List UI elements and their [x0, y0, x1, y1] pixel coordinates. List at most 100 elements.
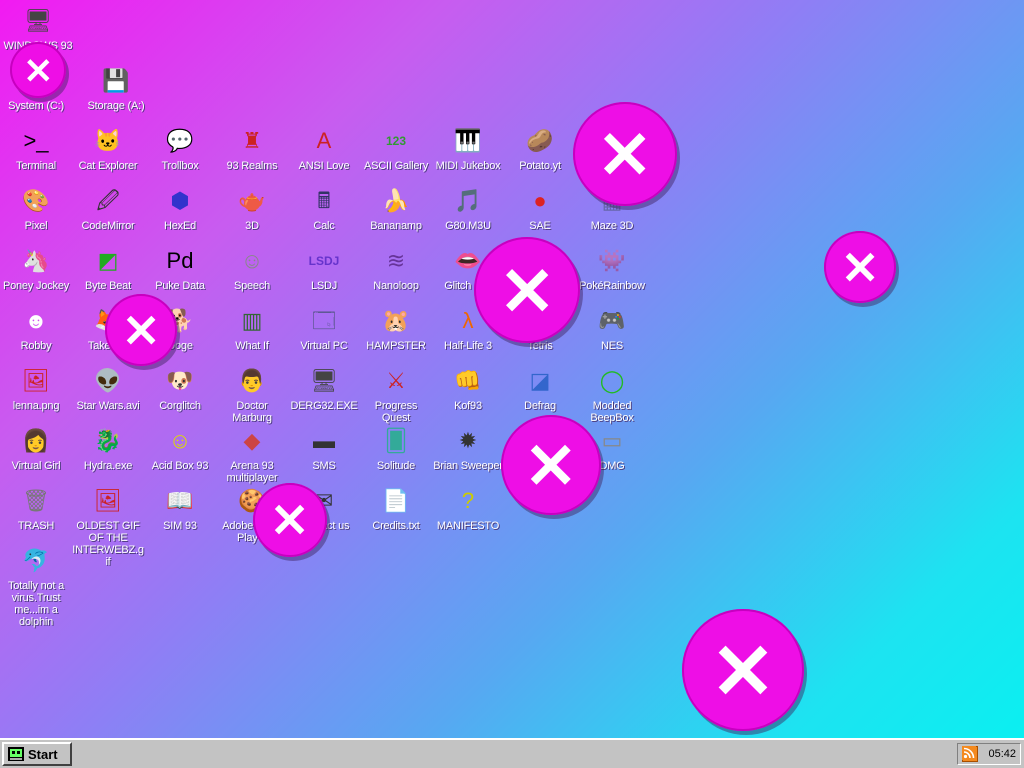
desktop-icon-codemirror[interactable]: 🖉 CodeMirror [72, 184, 144, 233]
desktop-icon-sms[interactable]: ▬ SMS [288, 424, 360, 473]
desktop-icon-pixel[interactable]: 🎨 Pixel [0, 184, 72, 233]
app-icon: 🐬 [22, 548, 50, 573]
close-bubble-icon[interactable] [824, 231, 896, 303]
desktop-icon-doctor-marburg[interactable]: 👨 Doctor Marburg [216, 364, 288, 425]
desktop-icon-acid-box-93[interactable]: ☺ Acid Box 93 [144, 424, 216, 473]
desktop-icon-trollbox[interactable]: 💬 Trollbox [144, 124, 216, 173]
desktop-icon-speech[interactable]: ☺ Speech [216, 244, 288, 293]
desktop-icon-ascii-gallery[interactable]: 123 ASCII Gallery [360, 124, 432, 172]
desktop-icon-what-if[interactable]: ▥ What If [216, 304, 288, 353]
app-icon: 🖩 [317, 188, 331, 213]
desktop-icon-sae[interactable]: ● SAE [504, 184, 576, 233]
app-icon: 🖥 [310, 368, 338, 393]
desktop-icon-label: Terminal [16, 160, 56, 172]
desktop-icon-bananamp[interactable]: 🍌 Bananamp [360, 184, 432, 233]
desktop-icon-defrag[interactable]: ◪ Defrag [504, 364, 576, 413]
start-button[interactable]: Start [2, 742, 72, 766]
desktop-icon-pok-rainbow[interactable]: 👾 PokéRainbow [576, 244, 648, 293]
desktop-icon-brian-sweeper[interactable]: ✹ Brian Sweeper [432, 424, 504, 473]
app-icon: 👩 [22, 428, 50, 453]
desktop-icon-corglitch[interactable]: 🐶 Corglitch [144, 364, 216, 413]
close-bubble-icon[interactable] [573, 102, 677, 206]
desktop-icon-solitude[interactable]: 🂠 Solitude [360, 424, 432, 473]
desktop-icon-label: MANIFESTO [436, 520, 500, 532]
close-bubble-icon[interactable] [105, 294, 177, 366]
desktop-icon-sim-93[interactable]: 📖 SIM 93 [144, 484, 216, 533]
app-icon: 📖 [166, 488, 194, 513]
app-icon: 🂠 [384, 428, 408, 453]
desktop-icon-label: Solitude [376, 460, 416, 472]
desktop-icon-label: ANSI Love [298, 160, 350, 172]
desktop-icon-kof93[interactable]: 👊 Kof93 [432, 364, 504, 413]
app-icon: ⚔ [386, 368, 406, 393]
desktop-icon-byte-beat[interactable]: ◩ Byte Beat [72, 244, 144, 293]
desktop-icon-label: System (C:) [8, 100, 64, 112]
app-icon: 🗔 [312, 308, 336, 333]
desktop-icon-trash[interactable]: 🗑 TRASH [0, 484, 72, 533]
desktop-icon-ansi-love[interactable]: A ANSI Love [288, 124, 360, 173]
desktop-icon-label: Half-Life 3 [444, 340, 492, 352]
close-bubble-icon[interactable] [682, 609, 804, 731]
app-icon: ☺ [168, 428, 192, 453]
rss-icon[interactable] [962, 746, 978, 762]
desktop-icon-progress-quest[interactable]: ⚔ Progress Quest [360, 364, 432, 425]
desktop-icon-modded-beepbox[interactable]: ◯ Modded BeepBox [576, 364, 648, 425]
app-icon: 123 [385, 134, 407, 148]
app-icon: 🗑 [22, 488, 50, 513]
desktop-icon-potato-yt[interactable]: 🥔 Potato.yt [504, 124, 576, 173]
desktop-icon-star-wars-avi[interactable]: 👽 Star Wars.avi [72, 364, 144, 413]
desktop-icon-calc[interactable]: 🖩 Calc [288, 184, 360, 233]
close-bubble-icon[interactable] [10, 42, 66, 98]
app-icon: 🍌 [382, 188, 410, 213]
desktop-icon-robby[interactable]: ☻ Robby [0, 304, 72, 353]
desktop-icon-label: Hydra.exe [83, 460, 133, 472]
desktop-icon-g80-m3u[interactable]: 🎵 G80.M3U [432, 184, 504, 233]
close-bubble-icon[interactable] [474, 237, 580, 343]
desktop-icon-midi-jukebox[interactable]: 🎹 MIDI Jukebox [432, 124, 504, 173]
desktop-icon-manifesto[interactable]: ? MANIFESTO [432, 484, 504, 533]
desktop-icon-hexed[interactable]: ⬢ HexEd [144, 184, 216, 233]
desktop-icon-arena-93-multiplayer[interactable]: ◆ Arena 93 multiplayer [216, 424, 288, 485]
desktop-icon-nanoloop[interactable]: ≋ Nanoloop [360, 244, 432, 293]
desktop-icon-label: Nanoloop [373, 280, 419, 292]
app-icon: 🐉 [94, 428, 122, 453]
app-icon: 🖼 [94, 488, 122, 513]
app-icon: 🐶 [166, 368, 194, 393]
desktop-icon-lsdj[interactable]: LSDJ LSDJ [288, 244, 360, 292]
desktop-icon-label: Arena 93 multiplayer [226, 460, 278, 484]
desktop-icon-nes[interactable]: 🎮 NES [576, 304, 648, 353]
desktop-icon-lenna-png[interactable]: 🖼 lenna.png [0, 364, 72, 413]
desktop-icon-label: Corglitch [159, 400, 201, 412]
desktop-icon-storage-a[interactable]: 💾 Storage (A:) [80, 64, 152, 113]
desktop-icon-3d[interactable]: 🫖 3D [216, 184, 288, 233]
app-icon: ☻ [24, 308, 48, 333]
close-bubble-icon[interactable] [501, 415, 601, 515]
close-bubble-icon[interactable] [253, 483, 327, 557]
desktop-icon-puke-data[interactable]: Pd Puke Data [144, 244, 216, 293]
desktop-icon-totally-not-a-virus-trust-me-im-a-dolphin[interactable]: 🐬 Totally not a virus.Trust me...im a dol… [0, 544, 72, 629]
desktop-icon-terminal[interactable]: >_ Terminal [0, 124, 72, 173]
desktop-icon-label: MIDI Jukebox [435, 160, 501, 172]
desktop-icon-hampster[interactable]: 🐹 HAMPSTER [360, 304, 432, 353]
taskbar: Start 05:42 [0, 738, 1024, 768]
desktop-icon-label: Pixel [24, 220, 48, 232]
desktop-icon-hydra-exe[interactable]: 🐉 Hydra.exe [72, 424, 144, 473]
desktop-icon-label: ASCII Gallery [363, 160, 429, 172]
app-icon: ✹ [458, 428, 478, 453]
desktop-icon-credits-txt[interactable]: 📄 Credits.txt [360, 484, 432, 533]
desktop-icon-derg32-exe[interactable]: 🖥 DERG32.EXE [288, 364, 360, 413]
desktop-icon-poney-jockey[interactable]: 🦄 Poney Jockey [0, 244, 72, 293]
app-icon: 👾 [598, 248, 626, 273]
desktop-icon-label: SAE [529, 220, 551, 232]
desktop-icon-virtual-girl[interactable]: 👩 Virtual Girl [0, 424, 72, 473]
desktop-icon-oldest-gif-of-the-interwebz-gif[interactable]: 🖼 OLDEST GIF OF THE INTERWEBZ.gif [72, 484, 144, 569]
app-icon: ◯ [599, 368, 625, 393]
app-icon: 👊 [454, 368, 482, 393]
desktop-icon-93-realms[interactable]: ♜ 93 Realms [216, 124, 288, 173]
desktop-icon-label: lenna.png [12, 400, 60, 412]
app-icon: 💾 [102, 68, 130, 93]
desktop-icon-label: Virtual PC [300, 340, 348, 352]
desktop-icon-cat-explorer[interactable]: 🐱 Cat Explorer [72, 124, 144, 173]
desktop-icon-virtual-pc[interactable]: 🗔 Virtual PC [288, 304, 360, 353]
start-label: Start [28, 746, 58, 762]
